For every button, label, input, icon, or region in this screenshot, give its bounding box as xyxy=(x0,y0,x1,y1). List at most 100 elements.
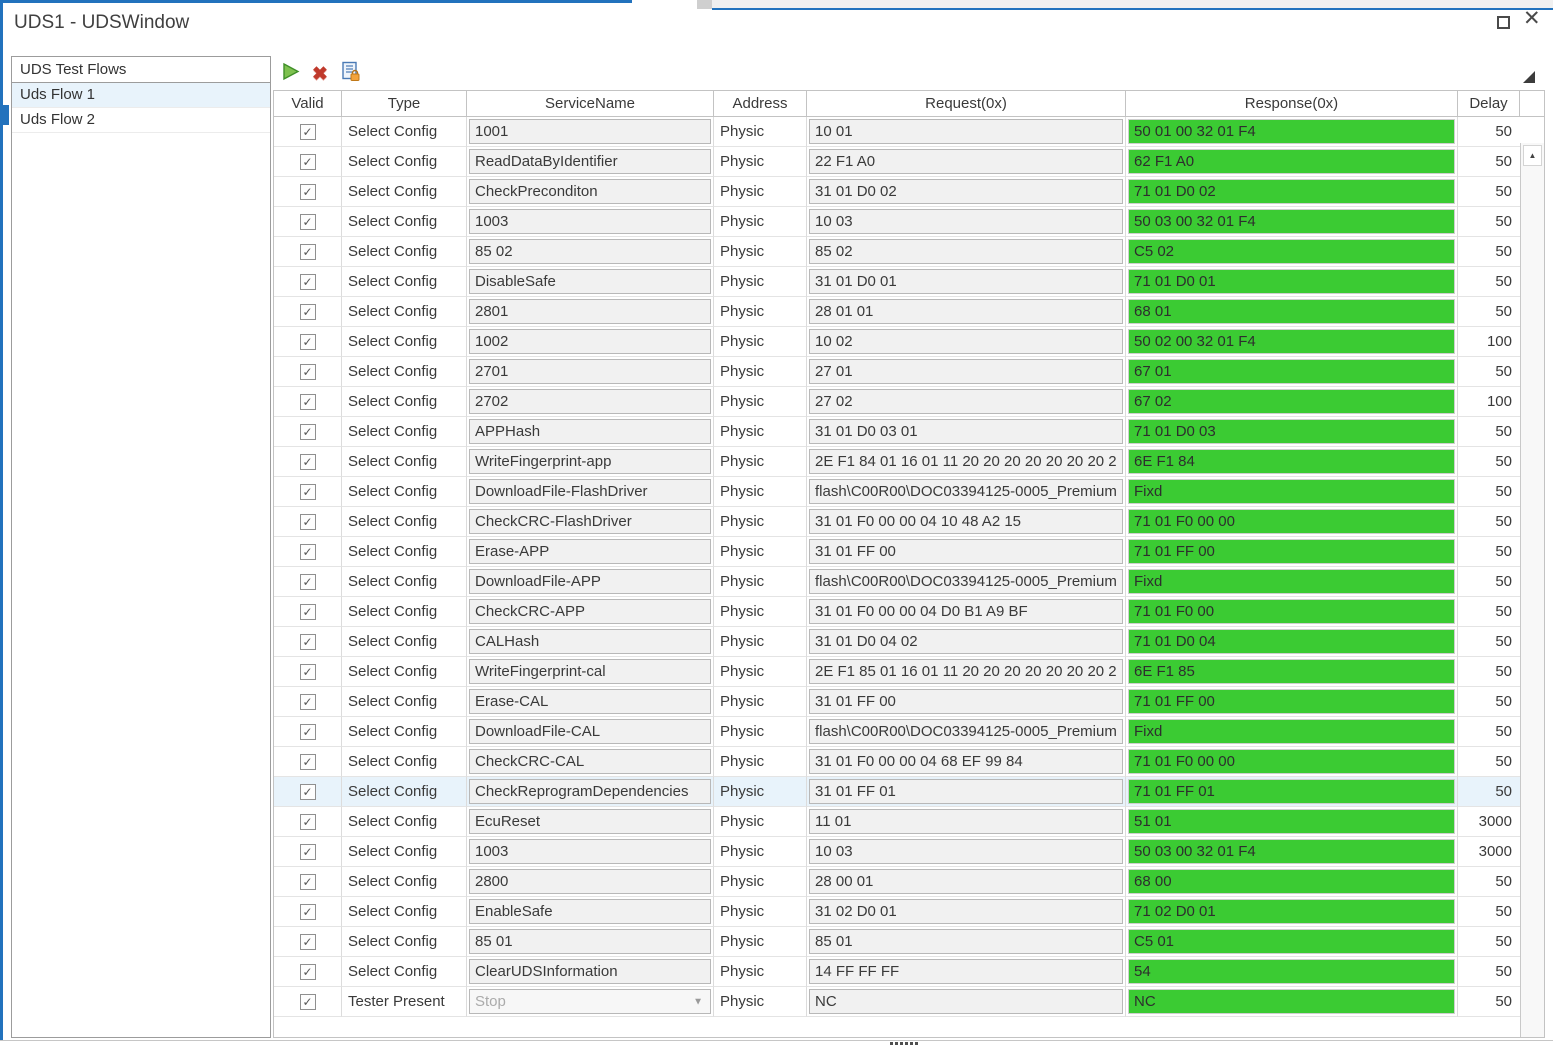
type-cell[interactable]: Select Config xyxy=(342,717,467,747)
type-cell[interactable]: Select Config xyxy=(342,357,467,387)
type-cell[interactable]: Select Config xyxy=(342,897,467,927)
address-cell[interactable]: Physic xyxy=(714,447,807,477)
valid-checkbox[interactable]: ✓ xyxy=(299,483,316,500)
delay-cell[interactable]: 50 xyxy=(1458,987,1520,1017)
address-cell[interactable]: Physic xyxy=(714,807,807,837)
delay-cell[interactable]: 50 xyxy=(1458,927,1520,957)
type-cell[interactable]: Select Config xyxy=(342,927,467,957)
request-input[interactable]: 27 02 xyxy=(809,389,1123,414)
request-input[interactable]: 31 01 F0 00 00 04 D0 B1 A9 BF xyxy=(809,599,1123,624)
servicename-input[interactable]: 2701 xyxy=(469,359,711,384)
address-cell[interactable]: Physic xyxy=(714,897,807,927)
request-input[interactable]: 85 01 xyxy=(809,929,1123,954)
address-cell[interactable]: Physic xyxy=(714,837,807,867)
request-input[interactable]: 10 03 xyxy=(809,209,1123,234)
delay-cell[interactable]: 50 xyxy=(1458,207,1520,237)
request-input[interactable]: 85 02 xyxy=(809,239,1123,264)
maximize-icon[interactable] xyxy=(1497,16,1510,29)
servicename-input[interactable]: 85 02 xyxy=(469,239,711,264)
type-cell[interactable]: Select Config xyxy=(342,687,467,717)
request-input[interactable]: 27 01 xyxy=(809,359,1123,384)
request-input[interactable]: 28 01 01 xyxy=(809,299,1123,324)
request-input[interactable]: 28 00 01 xyxy=(809,869,1123,894)
valid-checkbox[interactable]: ✓ xyxy=(299,933,316,950)
address-cell[interactable]: Physic xyxy=(714,597,807,627)
address-cell[interactable]: Physic xyxy=(714,717,807,747)
servicename-input[interactable]: WriteFingerprint-cal xyxy=(469,659,711,684)
servicename-input[interactable]: Stop xyxy=(469,989,711,1014)
valid-checkbox[interactable]: ✓ xyxy=(299,813,316,830)
type-cell[interactable]: Select Config xyxy=(342,147,467,177)
type-cell[interactable]: Select Config xyxy=(342,747,467,777)
type-cell[interactable]: Select Config xyxy=(342,537,467,567)
delay-cell[interactable]: 50 xyxy=(1458,627,1520,657)
address-cell[interactable]: Physic xyxy=(714,747,807,777)
valid-checkbox[interactable]: ✓ xyxy=(299,183,316,200)
delay-cell[interactable]: 50 xyxy=(1458,357,1520,387)
servicename-input[interactable]: DownloadFile-CAL xyxy=(469,719,711,744)
delay-cell[interactable]: 50 xyxy=(1458,237,1520,267)
delay-cell[interactable]: 50 xyxy=(1458,447,1520,477)
address-cell[interactable]: Physic xyxy=(714,687,807,717)
delay-cell[interactable]: 3000 xyxy=(1458,807,1520,837)
address-cell[interactable]: Physic xyxy=(714,957,807,987)
delay-cell[interactable]: 50 xyxy=(1458,537,1520,567)
delay-cell[interactable]: 50 xyxy=(1458,897,1520,927)
valid-checkbox[interactable]: ✓ xyxy=(299,663,316,680)
valid-checkbox[interactable]: ✓ xyxy=(299,573,316,590)
request-input[interactable]: 31 01 F0 00 00 04 68 EF 99 84 xyxy=(809,749,1123,774)
run-button[interactable] xyxy=(279,62,301,85)
servicename-input[interactable]: ClearUDSInformation xyxy=(469,959,711,984)
delay-cell[interactable]: 50 xyxy=(1458,687,1520,717)
address-cell[interactable]: Physic xyxy=(714,237,807,267)
delay-cell[interactable]: 50 xyxy=(1458,297,1520,327)
type-cell[interactable]: Select Config xyxy=(342,207,467,237)
servicename-input[interactable]: EnableSafe xyxy=(469,899,711,924)
delay-cell[interactable]: 50 xyxy=(1458,747,1520,777)
address-cell[interactable]: Physic xyxy=(714,297,807,327)
address-cell[interactable]: Physic xyxy=(714,777,807,807)
valid-checkbox[interactable]: ✓ xyxy=(299,693,316,710)
type-cell[interactable]: Select Config xyxy=(342,657,467,687)
close-icon[interactable]: ✕ xyxy=(1523,8,1541,29)
request-input[interactable]: flash\C00R00\DOC03394125-0005_Premium xyxy=(809,719,1123,744)
request-input[interactable]: 31 02 D0 01 xyxy=(809,899,1123,924)
scroll-up-icon[interactable]: ▲ xyxy=(1523,145,1542,166)
type-cell[interactable]: Select Config xyxy=(342,387,467,417)
delay-cell[interactable]: 50 xyxy=(1458,477,1520,507)
request-input[interactable]: 31 01 F0 00 00 04 10 48 A2 15 xyxy=(809,509,1123,534)
servicename-input[interactable]: Erase-APP xyxy=(469,539,711,564)
vertical-scrollbar[interactable]: ▲ ▼ xyxy=(1520,143,1544,1037)
config-lock-button[interactable] xyxy=(339,61,361,85)
type-cell[interactable]: Select Config xyxy=(342,477,467,507)
valid-checkbox[interactable]: ✓ xyxy=(299,273,316,290)
valid-checkbox[interactable]: ✓ xyxy=(299,243,316,260)
type-cell[interactable]: Tester Present xyxy=(342,987,467,1017)
servicename-input[interactable]: CheckReprogramDependencies xyxy=(469,779,711,804)
address-cell[interactable]: Physic xyxy=(714,927,807,957)
delay-cell[interactable]: 50 xyxy=(1458,957,1520,987)
delay-cell[interactable]: 3000 xyxy=(1458,837,1520,867)
servicename-input[interactable]: 2800 xyxy=(469,869,711,894)
address-cell[interactable]: Physic xyxy=(714,867,807,897)
delay-cell[interactable]: 50 xyxy=(1458,507,1520,537)
delay-cell[interactable]: 50 xyxy=(1458,417,1520,447)
address-cell[interactable]: Physic xyxy=(714,567,807,597)
valid-checkbox[interactable]: ✓ xyxy=(299,873,316,890)
type-cell[interactable]: Select Config xyxy=(342,627,467,657)
request-input[interactable]: 31 01 FF 00 xyxy=(809,689,1123,714)
request-input[interactable]: 10 01 xyxy=(809,119,1123,144)
valid-checkbox[interactable]: ✓ xyxy=(299,453,316,470)
address-cell[interactable]: Physic xyxy=(714,657,807,687)
request-input[interactable]: 22 F1 A0 xyxy=(809,149,1123,174)
address-cell[interactable]: Physic xyxy=(714,627,807,657)
delay-cell[interactable]: 50 xyxy=(1458,867,1520,897)
valid-checkbox[interactable]: ✓ xyxy=(299,903,316,920)
delay-cell[interactable]: 50 xyxy=(1458,147,1520,177)
servicename-input[interactable]: WriteFingerprint-app xyxy=(469,449,711,474)
servicename-input[interactable]: CheckCRC-APP xyxy=(469,599,711,624)
servicename-input[interactable]: EcuReset xyxy=(469,809,711,834)
type-cell[interactable]: Select Config xyxy=(342,327,467,357)
servicename-input[interactable]: Erase-CAL xyxy=(469,689,711,714)
request-input[interactable]: 31 01 D0 03 01 xyxy=(809,419,1123,444)
